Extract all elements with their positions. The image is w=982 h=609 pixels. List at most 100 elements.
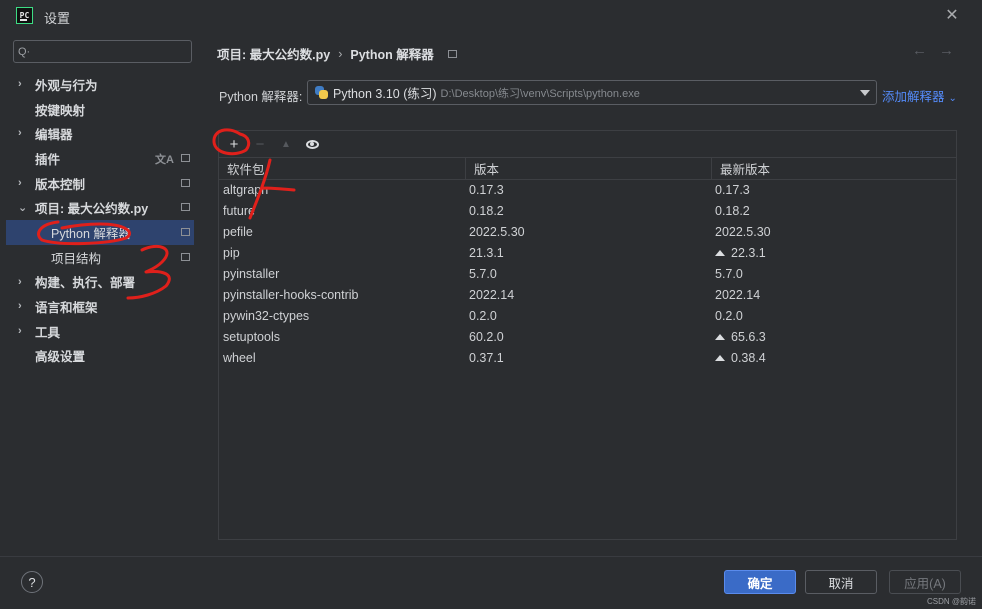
settings-tree: › 外观与行为 按键映射 › 编辑器 插件 文A › 版本控制 ⌄ 项目: 最大… — [0, 72, 200, 368]
sidebar-item-label: 语言和框架 — [35, 301, 98, 316]
package-latest-value: 0.17.3 — [715, 183, 750, 198]
package-name: wheel — [223, 350, 256, 365]
table-row[interactable]: future 0.18.2 0.18.2 — [219, 201, 956, 222]
package-version: 0.18.2 — [469, 204, 504, 219]
forward-arrow-icon[interactable]: → — [939, 42, 954, 59]
sidebar-item-project[interactable]: ⌄ 项目: 最大公约数.py — [0, 195, 200, 220]
cancel-button[interactable]: 取消 — [805, 570, 877, 594]
interpreter-dropdown[interactable]: Python 3.10 (练习) D:\Desktop\练习\venv\Scri… — [307, 80, 877, 105]
chevron-right-icon: › — [18, 78, 22, 90]
package-latest-value: 5.7.0 — [715, 267, 743, 281]
upgrade-available-icon — [715, 333, 725, 340]
sidebar-item-label: 项目: 最大公约数.py — [35, 202, 149, 217]
table-row[interactable]: pefile 2022.5.30 2022.5.30 — [219, 222, 956, 243]
search-box[interactable]: Q· — [13, 40, 192, 63]
package-latest-value: 0.18.2 — [715, 204, 750, 219]
package-name: altgraph — [223, 183, 269, 198]
package-version: 0.17.3 — [469, 183, 504, 198]
settings-badge-icon — [181, 154, 190, 163]
search-input[interactable] — [34, 43, 184, 60]
apply-button[interactable]: 应用(A) — [889, 570, 961, 594]
add-icon[interactable]: + — [223, 133, 245, 155]
sidebar-item-keymap[interactable]: 按键映射 — [0, 97, 200, 122]
sidebar-item-appearance[interactable]: › 外观与行为 — [0, 72, 200, 97]
add-interpreter-label: 添加解释器 — [882, 90, 945, 104]
settings-badge-icon — [447, 49, 457, 58]
package-latest: 65.6.3 — [712, 330, 956, 344]
package-latest: 5.7.0 — [712, 267, 956, 281]
remove-icon[interactable]: − — [249, 133, 271, 155]
package-latest-value: 2022.14 — [715, 287, 761, 302]
column-header-version[interactable]: 版本 — [466, 158, 712, 179]
package-latest: 2022.14 — [712, 288, 956, 302]
upgrade-available-icon — [715, 354, 725, 361]
sidebar-item-label: 按键映射 — [35, 103, 86, 118]
title-bar: PC 设置 ✕ — [0, 0, 982, 30]
package-version: 60.2.0 — [469, 329, 504, 344]
sidebar-item-label: 构建、执行、部署 — [35, 276, 136, 291]
settings-content: 项目: 最大公约数.py › Python 解释器 ← → Python 解释器… — [200, 30, 982, 556]
package-name: pip — [223, 246, 240, 261]
dialog-footer: ? 确定 取消 应用(A) CSDN @韵诺 — [0, 556, 982, 609]
table-row[interactable]: wheel 0.37.1 0.38.4 — [219, 347, 956, 368]
package-table: 软件包 版本 最新版本 altgraph 0.17.3 0.17.3 future 0.… — [219, 157, 956, 368]
sidebar-item-label: 插件 — [35, 152, 61, 167]
settings-badge-icon — [181, 178, 190, 187]
package-latest: 0.38.4 — [712, 351, 956, 365]
package-latest: 0.18.2 — [712, 204, 956, 218]
table-header: 软件包 版本 最新版本 — [219, 157, 956, 180]
close-icon[interactable]: ✕ — [942, 5, 962, 25]
package-latest-value: 2022.5.30 — [715, 225, 771, 240]
table-row[interactable]: pyinstaller 5.7.0 5.7.0 — [219, 264, 956, 285]
settings-badge-icon — [181, 252, 190, 261]
package-name: pyinstaller — [223, 267, 280, 281]
sidebar: Q· › 外观与行为 按键映射 › 编辑器 插件 文A › 版本控制 ⌄ 项目:… — [0, 30, 200, 556]
add-interpreter-link[interactable]: 添加解释器 ⌄ — [882, 86, 957, 105]
sidebar-item-build[interactable]: › 构建、执行、部署 — [0, 270, 200, 295]
table-row[interactable]: pywin32-ctypes 0.2.0 0.2.0 — [219, 305, 956, 326]
sidebar-item-languages[interactable]: › 语言和框架 — [0, 294, 200, 319]
package-latest-value: 22.3.1 — [731, 246, 766, 261]
interpreter-label: Python 解释器: — [219, 90, 303, 104]
table-row[interactable]: altgraph 0.17.3 0.17.3 — [219, 180, 956, 201]
history-navigation: ← → — [912, 42, 954, 59]
sidebar-item-label: 工具 — [35, 325, 61, 340]
sidebar-item-advanced[interactable]: 高级设置 — [0, 344, 200, 369]
python-icon — [315, 86, 328, 99]
eye-icon[interactable] — [301, 133, 323, 155]
package-toolbar: + − ▲ — [219, 131, 956, 157]
package-latest-value: 65.6.3 — [731, 329, 766, 344]
sidebar-item-plugins[interactable]: 插件 文A — [0, 146, 200, 171]
table-row[interactable]: setuptools 60.2.0 65.6.3 — [219, 326, 956, 347]
sidebar-item-editor[interactable]: › 编辑器 — [0, 121, 200, 146]
upgrade-icon[interactable]: ▲ — [275, 133, 297, 155]
sidebar-item-python-interpreter[interactable]: Python 解释器 — [6, 220, 194, 245]
breadcrumb-project: 项目: 最大公约数.py — [217, 48, 331, 62]
help-icon[interactable]: ? — [21, 571, 43, 593]
breadcrumb-page: Python 解释器 — [350, 48, 434, 62]
column-header-package[interactable]: 软件包 — [219, 158, 466, 179]
package-name: pywin32-ctypes — [223, 308, 310, 323]
watermark: CSDN @韵诺 — [927, 597, 977, 606]
package-version: 0.2.0 — [469, 308, 497, 323]
ok-button[interactable]: 确定 — [724, 570, 796, 594]
back-arrow-icon[interactable]: ← — [912, 42, 927, 59]
package-version: 0.37.1 — [469, 350, 504, 365]
package-latest-value: 0.38.4 — [731, 350, 766, 365]
sidebar-item-label: Python 解释器 — [51, 226, 131, 241]
sidebar-item-version-control[interactable]: › 版本控制 — [0, 171, 200, 196]
sidebar-item-project-structure[interactable]: 项目结构 — [0, 245, 200, 270]
package-latest: 0.17.3 — [712, 183, 956, 197]
table-row[interactable]: pip 21.3.1 22.3.1 — [219, 243, 956, 264]
table-row[interactable]: pyinstaller-hooks-contrib 2022.14 2022.14 — [219, 284, 956, 305]
sidebar-item-label: 高级设置 — [35, 350, 86, 365]
package-latest-value: 0.2.0 — [715, 308, 743, 323]
chevron-down-icon: ⌄ — [18, 201, 28, 214]
upgrade-available-icon — [715, 250, 725, 257]
chevron-right-icon: › — [18, 324, 22, 337]
package-version: 2022.5.30 — [469, 225, 525, 240]
sidebar-item-tools[interactable]: › 工具 — [0, 319, 200, 344]
package-panel: + − ▲ 软件包 版本 最新版本 altgraph 0.17.3 0.17.3 fu… — [218, 130, 957, 540]
chevron-right-icon: › — [18, 275, 22, 288]
column-header-latest[interactable]: 最新版本 — [712, 158, 956, 179]
